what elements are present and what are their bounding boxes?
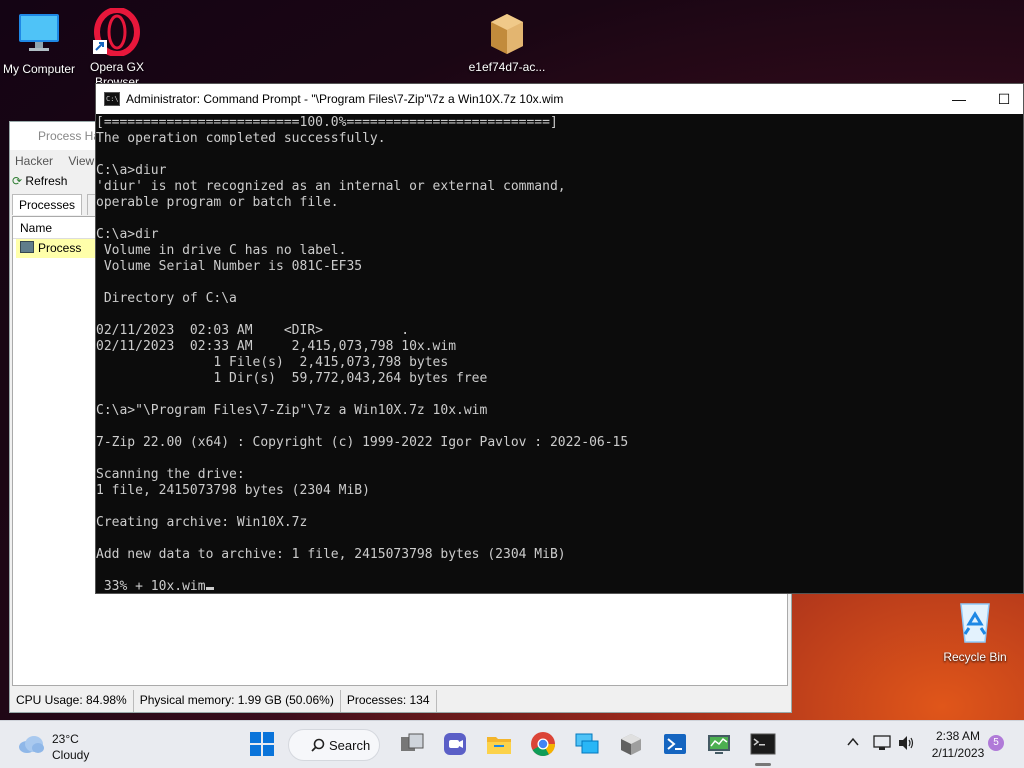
- status-cpu-usage: CPU Usage: 84.98%: [10, 690, 134, 712]
- process-hacker-toolbar: ⟳ Refresh: [12, 174, 67, 188]
- minimize-button[interactable]: —: [944, 88, 974, 110]
- status-physical-memory: Physical memory: 1.99 GB (50.06%): [134, 690, 341, 712]
- desktop-icon-label: Recycle Bin: [943, 650, 1007, 664]
- weather-description: Cloudy: [52, 748, 90, 762]
- console-line: 33% + 10x.wim: [96, 579, 1023, 594]
- taskbar-clock[interactable]: 2:38 AM 2/11/2023: [928, 728, 988, 762]
- taskbar: 23°C Cloudy Search 2:38 AM 2/11/2023 5: [0, 720, 1024, 768]
- console-line: 1 file, 2415073798 bytes (2304 MiB): [96, 483, 370, 498]
- process-row[interactable]: Process: [16, 239, 96, 258]
- process-hacker-icon[interactable]: [706, 731, 732, 757]
- command-prompt-title-bar[interactable]: C:\ Administrator: Command Prompt - "\Pr…: [96, 84, 1023, 114]
- command-prompt-window[interactable]: C:\ Administrator: Command Prompt - "\Pr…: [95, 83, 1024, 594]
- text-cursor: [205, 587, 214, 590]
- console-line: C:\a>"\Program Files\7-Zip"\7z a Win10X.…: [96, 403, 488, 418]
- desktop-icon-package[interactable]: e1ef74d7-ac...: [459, 8, 555, 75]
- monitor-icon: [15, 10, 63, 58]
- menu-view[interactable]: View: [68, 154, 94, 168]
- remote-desktop-icon[interactable]: [574, 731, 600, 757]
- command-prompt-title: Administrator: Command Prompt - "\Progra…: [126, 92, 564, 106]
- console-line: Creating archive: Win10X.7z: [96, 515, 308, 530]
- clock-time: 2:38 AM: [935, 729, 981, 743]
- search-label: Search: [329, 738, 371, 753]
- windows-start-icon[interactable]: [249, 731, 275, 757]
- process-hacker-title: Process Ha: [38, 129, 101, 143]
- cloud-icon: [19, 736, 44, 753]
- console-line: Volume in drive C has no label.: [96, 243, 347, 258]
- chrome-icon[interactable]: [530, 731, 556, 757]
- package-box-icon: [483, 8, 531, 56]
- console-line: 02/11/2023 02:03 AM <DIR> .: [96, 323, 410, 338]
- console-line: 1 File(s) 2,415,073,798 bytes: [96, 355, 449, 370]
- console-line: Directory of C:\a: [96, 291, 237, 306]
- terminal-icon[interactable]: [750, 731, 776, 757]
- refresh-button[interactable]: ⟳ Refresh: [12, 174, 67, 188]
- recycle-bin-icon: [951, 598, 999, 646]
- active-app-indicator: [755, 763, 771, 766]
- notification-badge[interactable]: 5: [988, 735, 1004, 751]
- console-line: 'diur' is not recognized as an internal …: [96, 179, 566, 194]
- chat-icon[interactable]: [442, 731, 468, 757]
- console-line: 7-Zip 22.00 (x64) : Copyright (c) 1999-2…: [96, 435, 629, 450]
- desktop-icon-label: e1ef74d7-ac...: [468, 60, 546, 74]
- volume-icon[interactable]: [898, 735, 916, 755]
- tab-processes[interactable]: Processes: [12, 194, 83, 215]
- console-output[interactable]: [=========================100.0%========…: [96, 114, 1023, 594]
- clock-date: 2/11/2023: [931, 746, 985, 760]
- weather-temperature: 23°C: [52, 732, 79, 746]
- task-view-icon[interactable]: [399, 731, 425, 757]
- package-icon[interactable]: [618, 731, 644, 757]
- process-hacker-menu: Hacker View: [15, 154, 106, 168]
- console-line: operable program or batch file.: [96, 195, 339, 210]
- file-explorer-icon[interactable]: [486, 731, 512, 757]
- console-line: Scanning the drive:: [96, 467, 245, 482]
- network-icon[interactable]: [873, 735, 891, 755]
- console-line: Add new data to archive: 1 file, 2415073…: [96, 547, 566, 562]
- powershell-icon[interactable]: [662, 731, 688, 757]
- process-hacker-status-bar: CPU Usage: 84.98% Physical memory: 1.99 …: [10, 690, 791, 712]
- console-line: C:\a>diur: [96, 163, 167, 178]
- maximize-button[interactable]: ☐: [989, 88, 1019, 110]
- status-process-count: Processes: 134: [341, 690, 437, 712]
- taskbar-search-button[interactable]: Search: [288, 729, 380, 761]
- chevron-up-icon[interactable]: [846, 735, 860, 753]
- console-line: [=========================100.0%========…: [96, 115, 558, 130]
- console-line: 02/11/2023 02:33 AM 2,415,073,798 10x.wi…: [96, 339, 457, 354]
- search-icon: [311, 738, 325, 755]
- desktop-icon-opera-gx[interactable]: Opera GX Browser: [69, 7, 165, 90]
- desktop-icon-recycle-bin[interactable]: Recycle Bin: [927, 598, 1023, 665]
- menu-hacker[interactable]: Hacker: [15, 154, 53, 168]
- opera-icon: [93, 7, 141, 57]
- command-prompt-icon: C:\: [104, 92, 120, 106]
- console-line: C:\a>dir: [96, 227, 159, 242]
- process-icon: [20, 241, 34, 253]
- process-row-label: Process: [38, 241, 82, 255]
- refresh-icon: ⟳: [12, 174, 23, 188]
- console-line: Volume Serial Number is 081C-EF35: [96, 259, 363, 274]
- console-line: 1 Dir(s) 59,772,043,264 bytes free: [96, 371, 488, 386]
- console-line: The operation completed successfully.: [96, 131, 386, 146]
